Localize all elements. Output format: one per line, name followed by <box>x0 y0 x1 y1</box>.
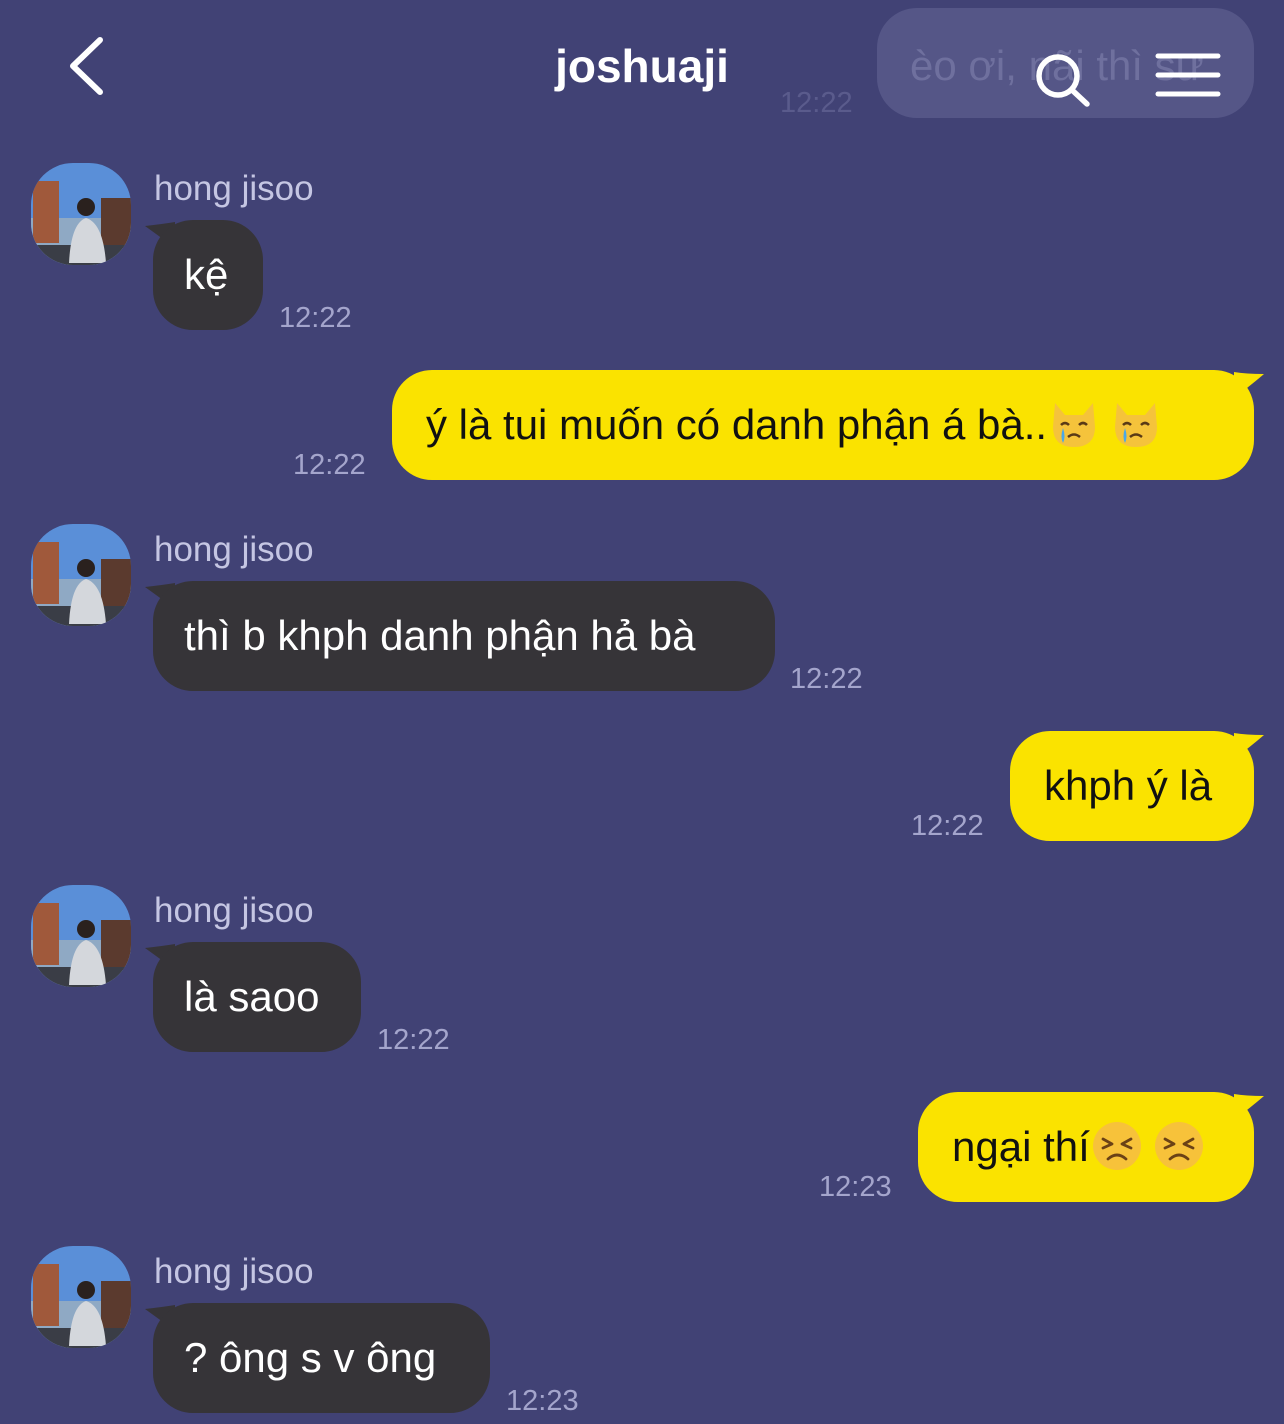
message-time: 12:22 <box>279 302 352 334</box>
message-bubble-incoming[interactable]: thì b khph danh phận hả bà <box>153 581 775 691</box>
back-button[interactable] <box>58 28 128 104</box>
message-time: 12:22 <box>790 663 863 695</box>
avatar[interactable] <box>31 163 131 265</box>
chat-header: joshuaji <box>0 0 1284 130</box>
avatar[interactable] <box>31 1246 131 1348</box>
avatar-photo-icon <box>31 885 131 987</box>
crying-cat-emoji <box>1053 402 1096 447</box>
avatar-photo-icon <box>31 524 131 626</box>
message-text: là saoo <box>184 973 320 1020</box>
avatar[interactable] <box>31 885 131 987</box>
message-time: 12:22 <box>377 1024 450 1056</box>
avatar-photo-icon <box>31 163 131 265</box>
message-text: khph ý là <box>1044 762 1213 809</box>
chevron-left-icon <box>70 37 103 95</box>
crying-cat-emoji <box>1115 402 1158 447</box>
chat-title: joshuaji <box>555 40 729 92</box>
message-text: ? ông s v ông <box>184 1334 437 1381</box>
message-bubble-outgoing[interactable]: ngại thí <box>918 1092 1254 1202</box>
message-bubble-incoming[interactable]: là saoo <box>153 942 361 1052</box>
sender-name: hong jisoo <box>154 1252 314 1291</box>
hamburger-menu-icon <box>1155 53 1221 97</box>
avatar-photo-icon <box>31 1246 131 1348</box>
message-bubble-incoming[interactable]: ? ông s v ông <box>153 1303 490 1413</box>
message-time: 12:22 <box>911 810 984 842</box>
persevering-face-emoji <box>1154 1121 1203 1170</box>
message-text: thì b khph danh phận hả bà <box>184 612 696 659</box>
search-button[interactable] <box>1030 48 1096 114</box>
sender-name: hong jisoo <box>154 169 314 208</box>
message-bubble-incoming[interactable]: kệ <box>153 220 263 330</box>
message-time: 12:22 <box>293 449 366 481</box>
message-bubble-outgoing[interactable]: ý là tui muốn có danh phận á bà.. <box>392 370 1254 480</box>
message-text: ngại thí <box>952 1123 1090 1170</box>
message-time: 12:23 <box>506 1385 579 1417</box>
message-text: ý là tui muốn có danh phận á bà.. <box>426 401 1048 448</box>
menu-button[interactable] <box>1150 46 1226 106</box>
chat-screen: èo ơi, nãi thì sư 12:22 joshuaji hong ji… <box>0 0 1284 1424</box>
message-text: kệ <box>184 251 229 298</box>
search-icon <box>1036 54 1090 107</box>
persevering-face-emoji <box>1092 1121 1141 1170</box>
sender-name: hong jisoo <box>154 891 314 930</box>
sender-name: hong jisoo <box>154 530 314 569</box>
message-time: 12:23 <box>819 1171 892 1203</box>
avatar[interactable] <box>31 524 131 626</box>
message-bubble-outgoing[interactable]: khph ý là <box>1010 731 1254 841</box>
